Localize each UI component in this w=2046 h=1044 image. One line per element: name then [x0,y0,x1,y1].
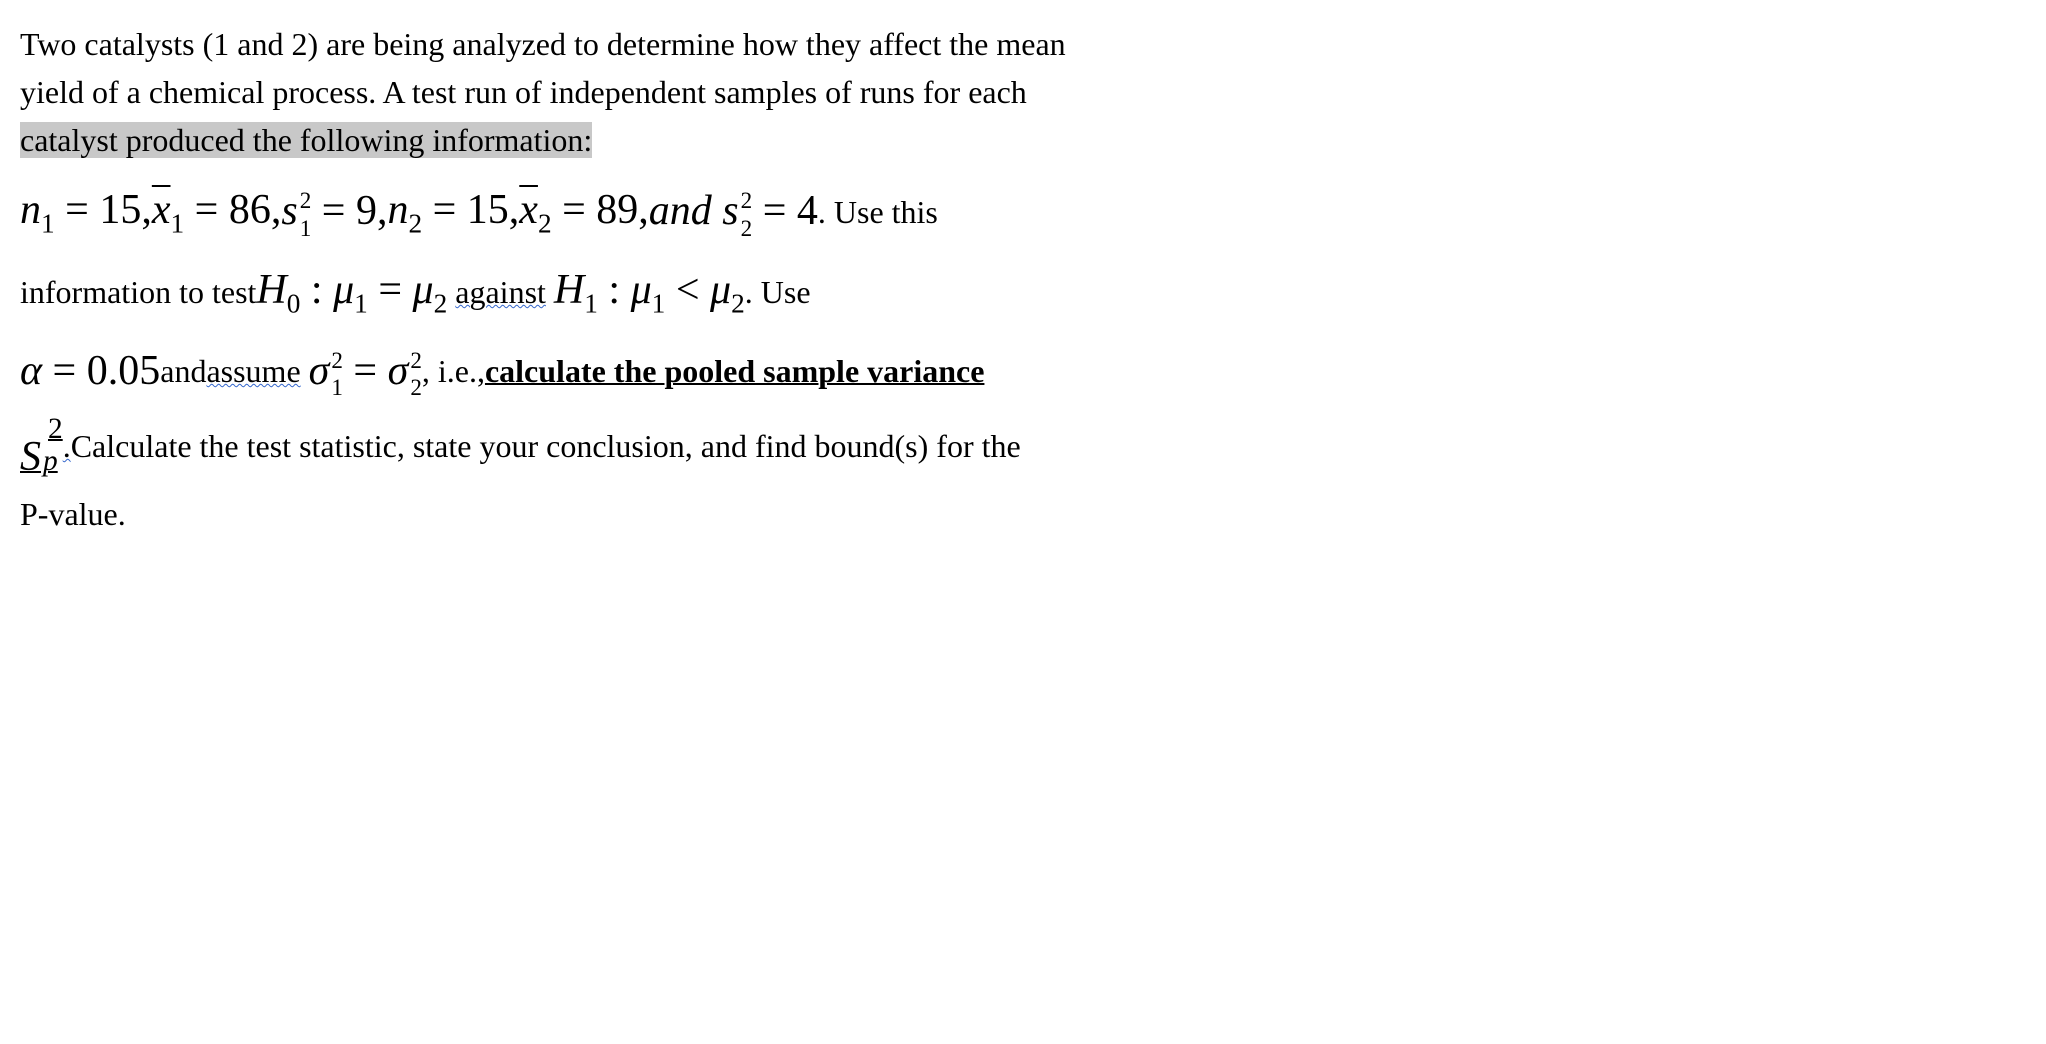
calc-rest: Calculate the test statistic, state your… [71,422,1021,470]
sp-line: 2 S p . Calculate the test statistic, st… [20,418,1820,475]
h1-expr: H1 : μ1 < μ2 [554,259,745,324]
sp-dot: . [63,422,71,470]
alpha-line: α = 0.05 and assume σ21 = σ22 , i.e., ca… [20,340,1820,403]
h0-expr: H0 : μ1 = μ2 [256,259,447,324]
s2sq-expr: s22 = 4 [712,180,818,243]
ie-text: , i.e., [422,347,485,395]
n1-expr: n1 = 15, [20,179,152,244]
n2-expr: n2 = 15, [387,179,519,244]
use-text: . Use [745,268,811,316]
and-text-2: and [160,347,206,395]
xbar2-expr: x2 = 89, [519,179,649,244]
sample-statistics: n1 = 15, x1 = 86, s21 = 9, n2 = 15, x2 =… [20,179,1820,244]
calculate-pooled: calculate the pooled sample variance [485,347,984,395]
xbar1-expr: x1 = 86, [152,179,282,244]
intro-line-1: Two catalysts (1 and 2) are being analyz… [20,26,1066,62]
hypothesis-line: information to test H0 : μ1 = μ2 against… [20,259,1820,324]
intro-line-2: yield of a chemical process. A test run … [20,74,1027,110]
problem-statement: Two catalysts (1 and 2) are being analyz… [20,20,1820,538]
assume-text: assume [206,347,300,395]
and-text: and [649,180,712,243]
info-to-test: information to test [20,268,256,316]
sigma-eq-expr: σ21 = σ22 [309,340,422,403]
against-text: against [447,268,554,316]
stats-trailing: . Use this [818,188,938,236]
alpha-expr: α = 0.05 [20,340,160,403]
intro-highlighted: catalyst produced the following informat… [20,122,592,158]
sp-squared: 2 S p [20,418,63,475]
pvalue-line: P-value. [20,490,1820,538]
intro-text: Two catalysts (1 and 2) are being analyz… [20,20,1820,164]
s1sq-expr: s21 = 9, [281,180,387,243]
